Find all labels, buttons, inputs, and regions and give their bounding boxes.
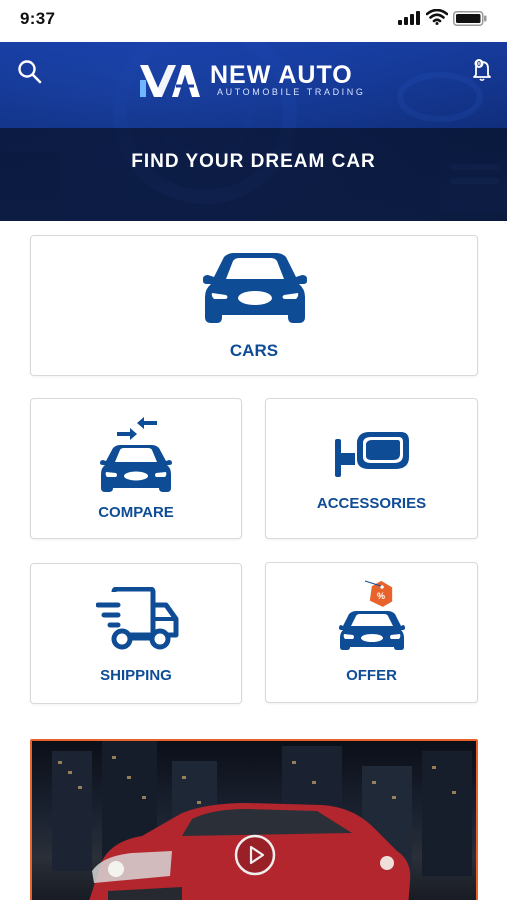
status-bar: 9:37 [0,0,507,42]
bell-icon[interactable]: 0 [471,58,493,82]
status-time: 9:37 [20,9,56,28]
offer-tile[interactable]: % OFFER [265,562,478,703]
offer-tag-car-icon: % [339,580,405,650]
offer-tile-label: OFFER [346,667,397,684]
logo-mark-icon [140,65,200,97]
side-mirror-icon [335,432,409,477]
hero-header: NEW AUTO AUTOMOBILE TRADING 0 FIND YOUR … [0,42,507,221]
accessories-tile-label: ACCESSORIES [316,495,427,512]
cars-tile-label: CARS [229,341,279,360]
page-headline: FIND YOUR DREAM CAR [131,151,376,172]
search-icon[interactable] [17,59,43,85]
promo-video-thumbnail [52,741,472,900]
shipping-tile[interactable]: SHIPPING [30,563,242,704]
wifi-icon [426,9,448,25]
delivery-truck-icon [96,587,179,650]
promo-video[interactable] [30,739,478,900]
notification-count: 0 [477,61,481,68]
compare-tile[interactable]: COMPARE [30,398,242,539]
svg-text:%: % [377,591,385,601]
header-lower-band [0,128,507,221]
brand-name: NEW AUTO [210,61,353,89]
car-icon [203,253,307,323]
brand-tagline: AUTOMOBILE TRADING [217,87,366,97]
cars-tile[interactable]: CARS [30,235,478,376]
compare-icon [100,417,172,492]
compare-tile-label: COMPARE [98,504,174,521]
shipping-tile-label: SHIPPING [100,667,172,684]
play-icon[interactable] [234,834,276,876]
battery-icon [453,11,487,26]
accessories-tile[interactable]: ACCESSORIES [265,398,478,539]
signal-icon [398,11,420,25]
